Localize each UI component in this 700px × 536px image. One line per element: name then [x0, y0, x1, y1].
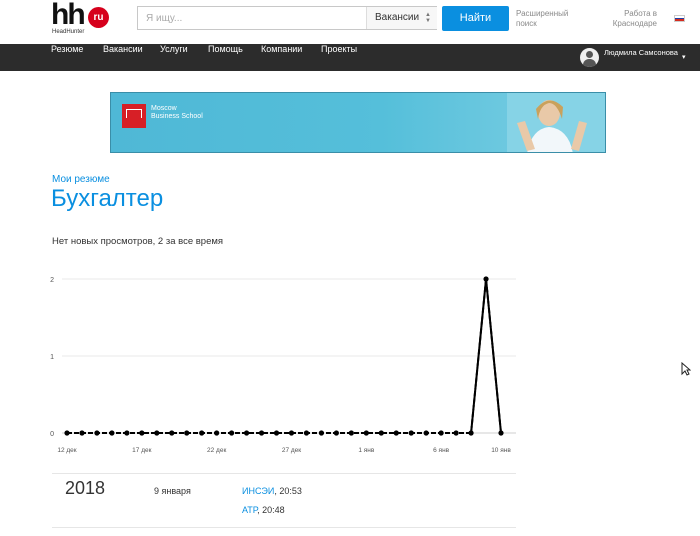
search-box: Вакансии ▲▼: [137, 6, 437, 30]
search-scope-label: Вакансии: [375, 12, 420, 23]
avatar: [580, 48, 599, 67]
x-tick-label: 22 дек: [207, 447, 226, 454]
russian-flag-icon[interactable]: [674, 15, 685, 22]
search-button[interactable]: Найти: [442, 6, 509, 31]
data-point: [318, 430, 325, 436]
data-point: [94, 430, 100, 436]
company-link[interactable]: ИНСЭИ: [242, 486, 274, 496]
data-point: [243, 430, 250, 436]
logo-subtitle: HeadHunter: [52, 29, 85, 35]
data-point: [393, 430, 399, 436]
history-year: 2018: [65, 478, 106, 498]
nav-item-vacancies[interactable]: Вакансии: [103, 44, 143, 71]
data-point: [258, 430, 265, 436]
data-point: [124, 430, 130, 436]
banner-text: Moscow Business School: [151, 105, 203, 121]
nav-item-projects[interactable]: Проекты: [321, 44, 357, 71]
data-point: [229, 430, 235, 436]
x-tick-label: 6 янв: [433, 447, 450, 454]
divider: [52, 473, 516, 474]
data-point: [273, 430, 280, 436]
hh-logo[interactable]: hh ru HeadHunter: [51, 0, 113, 40]
data-point: [154, 430, 160, 436]
nav-item-services[interactable]: Услуги: [160, 44, 188, 71]
data-point: [453, 430, 459, 436]
data-point: [498, 430, 504, 436]
logo-text: hh: [51, 0, 86, 31]
select-arrows-icon: ▲ ▼: [425, 12, 431, 24]
chevron-down-icon: ▾: [682, 54, 686, 61]
data-point: [483, 276, 489, 282]
data-point: [184, 430, 190, 436]
views-summary: Нет новых просмотров, 2 за все время: [52, 236, 224, 247]
advanced-search-line2: поиск: [516, 19, 537, 28]
banner-line1: Moscow: [151, 105, 177, 112]
data-point: [288, 430, 295, 436]
page-title: Бухгалтер: [51, 185, 164, 212]
views-chart: 0 1 2 12 дек 17 дек 22 дек 27 дек 1 янв 6 янв 10 …: [50, 276, 516, 454]
nav-item-resume[interactable]: Резюме: [51, 44, 83, 71]
ad-banner[interactable]: Moscow Business School: [110, 92, 606, 153]
history-entry: АТР, 20:48: [242, 505, 285, 515]
data-point: [333, 430, 339, 436]
data-point: [468, 430, 474, 436]
search-input[interactable]: [138, 7, 366, 29]
main-nav: Резюме Вакансии Услуги Помощь Компании П…: [0, 44, 700, 71]
region-line2: Краснодаре: [612, 19, 657, 28]
search-scope-select[interactable]: Вакансии ▲ ▼: [366, 7, 437, 29]
data-point: [423, 430, 429, 436]
breadcrumb[interactable]: Мои резюме: [52, 174, 110, 185]
data-point: [348, 430, 354, 436]
data-point: [109, 430, 115, 436]
company-link[interactable]: АТР: [242, 505, 257, 515]
mouse-cursor-icon: [681, 362, 691, 376]
data-point: [363, 430, 369, 436]
data-point: [303, 430, 310, 436]
history-entry: ИНСЭИ, 20:53: [242, 486, 302, 496]
view-time: , 20:48: [257, 505, 285, 515]
data-point: [79, 430, 85, 436]
x-tick-label: 1 янв: [358, 447, 375, 454]
data-point: [408, 430, 414, 436]
data-point: [169, 430, 175, 436]
data-point: [378, 430, 384, 436]
data-point: [139, 430, 145, 436]
data-point: [214, 430, 220, 436]
mbs-logo-icon: [122, 104, 146, 128]
data-point: [438, 430, 444, 436]
logo-ru-badge: ru: [88, 7, 109, 28]
x-tick-label: 10 янв: [491, 447, 511, 454]
banner-person-image: [507, 93, 605, 152]
region-link[interactable]: Работа в Краснодаре: [605, 9, 657, 29]
nav-item-companies[interactable]: Компании: [261, 44, 302, 71]
y-tick-label: 2: [50, 277, 54, 284]
data-point: [64, 430, 70, 436]
divider: [52, 527, 516, 528]
x-tick-label: 27 дек: [282, 447, 301, 454]
advanced-search-link[interactable]: Расширенный поиск: [516, 9, 576, 29]
top-header: hh ru HeadHunter Вакансии ▲▼ Найти Расши…: [0, 0, 700, 44]
history-date: 9 января: [154, 486, 191, 496]
view-time: , 20:53: [274, 486, 302, 496]
y-tick-label: 0: [50, 431, 54, 438]
advanced-search-line1: Расширенный: [516, 9, 569, 18]
nav-item-help[interactable]: Помощь: [208, 44, 243, 71]
x-tick-label: 17 дек: [132, 447, 151, 454]
y-tick-label: 1: [50, 354, 54, 361]
banner-line2: Business School: [151, 113, 203, 120]
user-name: Людмила Самсонова: [604, 48, 678, 57]
data-point: [199, 430, 205, 436]
x-tick-label: 12 дек: [57, 447, 76, 454]
region-line1: Работа в: [624, 9, 657, 18]
